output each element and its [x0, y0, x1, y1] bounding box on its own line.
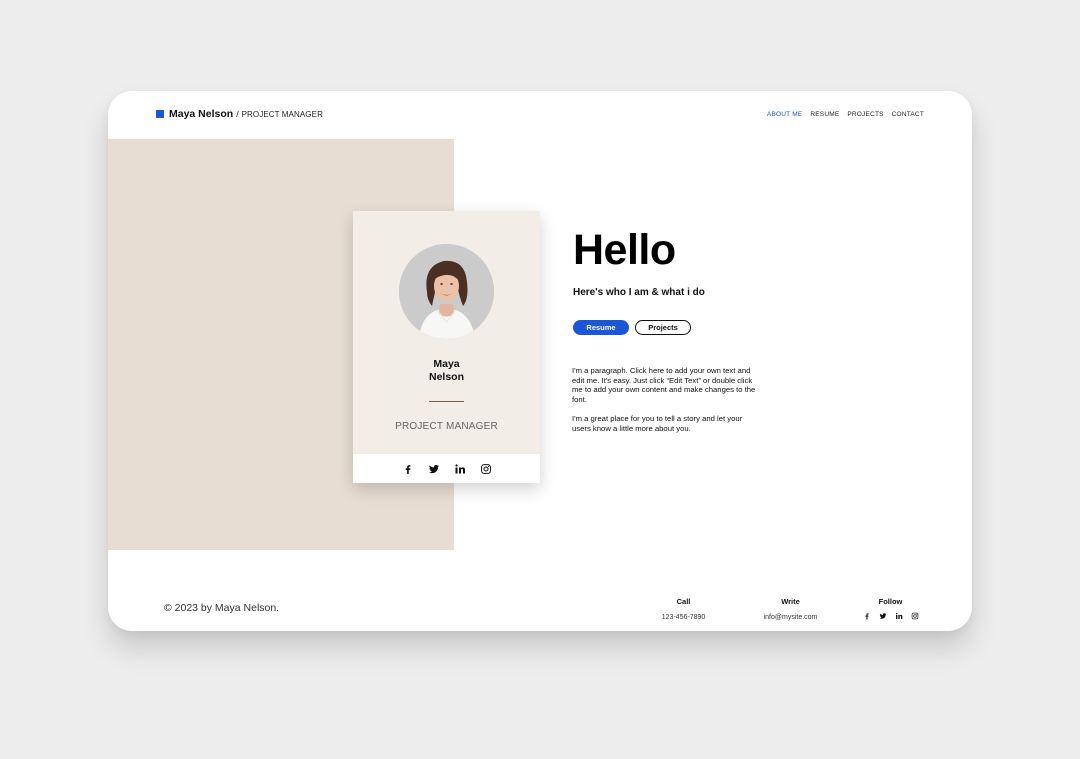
instagram-icon[interactable]	[480, 463, 492, 475]
card-first-name: Maya	[433, 358, 460, 370]
intro-paragraph-1: I'm a paragraph. Click here to add your …	[572, 366, 756, 404]
profile-card: Maya Nelson PROJECT MANAGER	[353, 211, 540, 483]
footer-follow: Follow	[853, 597, 928, 620]
brand[interactable]: Maya Nelson / PROJECT MANAGER	[156, 108, 323, 120]
brand-logo-square	[156, 110, 164, 118]
nav-resume[interactable]: RESUME	[810, 111, 839, 118]
projects-button[interactable]: Projects	[635, 320, 691, 335]
intro-paragraph-2: I'm a great place for you to tell a stor…	[572, 414, 743, 433]
footer-copyright: © 2023 by Maya Nelson.	[164, 602, 280, 614]
hero-subtitle: Here's who I am & what i do	[573, 287, 705, 298]
card-role: PROJECT MANAGER	[395, 421, 498, 432]
resume-button[interactable]: Resume	[573, 320, 629, 335]
footer-call-title: Call	[676, 597, 691, 606]
instagram-icon[interactable]	[911, 612, 919, 620]
nav-contact[interactable]: CONTACT	[892, 111, 924, 118]
avatar	[399, 244, 494, 339]
card-social-bar	[353, 454, 540, 483]
footer-call: Call 123-456-7890	[646, 597, 721, 621]
facebook-icon[interactable]	[402, 463, 414, 475]
brand-role: PROJECT MANAGER	[241, 109, 323, 119]
brand-name[interactable]: Maya Nelson	[169, 108, 233, 120]
twitter-icon[interactable]	[879, 612, 887, 620]
twitter-icon[interactable]	[428, 463, 440, 475]
brand-separator: /	[236, 109, 239, 119]
linkedin-icon[interactable]	[454, 463, 466, 475]
card-divider	[429, 401, 464, 402]
facebook-icon[interactable]	[863, 612, 871, 620]
site-window: Maya Nelson / PROJECT MANAGER ABOUT ME R…	[108, 91, 972, 631]
footer-email[interactable]: info@mysite.com	[753, 614, 828, 621]
footer-social-icons	[853, 612, 928, 620]
footer-follow-title: Follow	[878, 597, 903, 606]
footer-phone[interactable]: 123-456-7890	[646, 614, 721, 621]
footer-write-title: Write	[781, 597, 800, 606]
footer-write: Write info@mysite.com	[753, 597, 828, 621]
card-name: Maya Nelson	[353, 358, 540, 384]
card-last-name: Nelson	[428, 371, 464, 383]
main-nav: ABOUT ME RESUME PROJECTS CONTACT	[767, 111, 924, 118]
linkedin-icon[interactable]	[895, 612, 903, 620]
nav-about-me[interactable]: ABOUT ME	[767, 111, 802, 118]
hero-title: Hello	[573, 226, 676, 274]
nav-projects[interactable]: PROJECTS	[847, 111, 883, 118]
